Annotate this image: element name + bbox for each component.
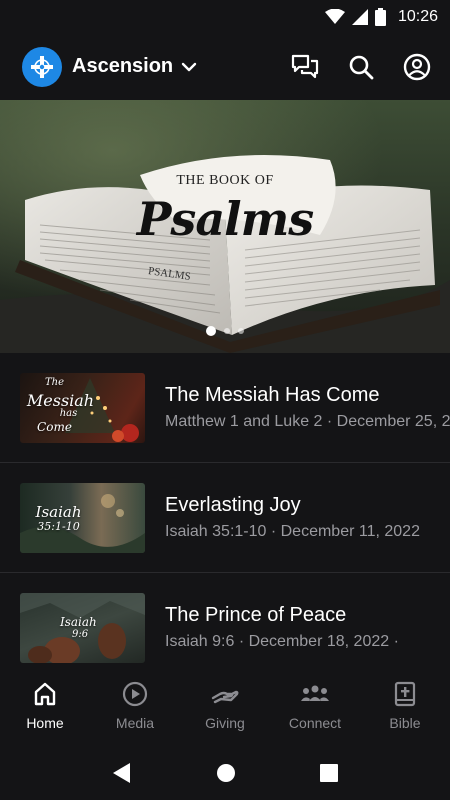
sermon-subtitle: Matthew 1 and Luke 2 · December 25, 2022 [165, 413, 450, 430]
thumb-text-line: 9:6 [72, 628, 89, 640]
search-icon [349, 55, 374, 79]
back-icon[interactable] [112, 762, 132, 784]
sermon-thumbnail: Isaiah 9:6 [20, 592, 145, 663]
nav-media[interactable]: Media [90, 663, 180, 745]
chevron-down-icon[interactable] [181, 62, 197, 72]
nav-connect[interactable]: Connect [270, 663, 360, 745]
sermon-text: Everlasting Joy Isaiah 35:1-10 · Decembe… [165, 494, 450, 541]
nav-bible[interactable]: Bible [360, 663, 450, 745]
hero-banner[interactable]: PSALMS THE BOOK OF Psalms [0, 100, 450, 353]
list-item[interactable]: Isaiah 9:6 The Prince of Peace Isaiah 9:… [0, 573, 450, 663]
account-circle-icon [403, 53, 431, 80]
status-icons [324, 7, 386, 26]
carousel-dot[interactable] [238, 328, 244, 334]
recents-icon[interactable] [320, 763, 338, 782]
status-bar: 10:26 [0, 0, 450, 33]
home-icon [34, 682, 56, 706]
signal-icon [351, 8, 368, 25]
hero-title-small: THE BOOK OF [176, 173, 274, 188]
nav-label: Home [26, 715, 64, 731]
thumb-text-line: 35:1-10 [37, 519, 80, 533]
hero-title: Psalms [136, 192, 314, 246]
bible-icon [394, 681, 416, 707]
sermon-title: The Prince of Peace [165, 604, 347, 626]
chat-button[interactable] [290, 52, 320, 82]
thumb-text-line: has [59, 407, 78, 419]
church-name[interactable]: Ascension [72, 55, 173, 78]
sermon-subtitle: Isaiah 35:1-10 · December 11, 2022 [165, 523, 420, 540]
header-actions [290, 52, 432, 82]
nav-label: Connect [288, 715, 342, 731]
carousel-dot-active[interactable] [206, 326, 216, 336]
sermon-thumbnail: Isaiah 35:1-10 [20, 482, 145, 553]
nav-label: Bible [389, 715, 421, 731]
system-navigation-bar [0, 745, 450, 800]
thumb-text-line: Come [37, 419, 72, 434]
sermon-title: Everlasting Joy [165, 494, 301, 516]
status-time: 10:26 [397, 7, 438, 25]
sermon-list: The Messiah has Come The Messiah Has Com… [0, 353, 450, 663]
nav-label: Giving [205, 715, 245, 731]
sermon-text: The Prince of Peace Isaiah 9:6 · Decembe… [165, 604, 450, 651]
chat-icon [291, 54, 319, 78]
wifi-icon [324, 8, 345, 24]
list-item[interactable]: The Messiah has Come The Messiah Has Com… [0, 353, 450, 463]
app-header: Ascension [0, 33, 450, 100]
sermon-thumbnail: The Messiah has Come [20, 372, 145, 443]
list-item[interactable]: Isaiah 35:1-10 Everlasting Joy Isaiah 35… [0, 463, 450, 573]
sermon-text: The Messiah Has Come Matthew 1 and Luke … [165, 384, 450, 431]
home-circle-icon[interactable] [216, 763, 236, 783]
play-circle-icon [122, 681, 148, 707]
celtic-cross-icon [31, 55, 53, 78]
search-button[interactable] [346, 52, 376, 82]
nav-label: Media [115, 715, 155, 731]
church-logo[interactable] [22, 46, 62, 87]
carousel-dot[interactable] [224, 328, 230, 334]
bottom-navigation: Home Media Giving Connect Bible [0, 663, 450, 745]
people-icon [301, 685, 329, 701]
nav-giving[interactable]: Giving [180, 663, 270, 745]
thumb-text-line: Isaiah [35, 502, 82, 521]
sermon-title: The Messiah Has Come [165, 384, 380, 406]
nav-home[interactable]: Home [0, 663, 90, 745]
profile-button[interactable] [402, 52, 432, 82]
thumb-text-line: The [44, 376, 65, 388]
thumb-text-line: Isaiah [60, 614, 97, 629]
sermon-subtitle: Isaiah 9:6 · December 18, 2022 · [165, 633, 399, 650]
carousel-dots [0, 326, 450, 336]
giving-hand-icon [211, 690, 239, 704]
battery-icon [374, 7, 386, 26]
